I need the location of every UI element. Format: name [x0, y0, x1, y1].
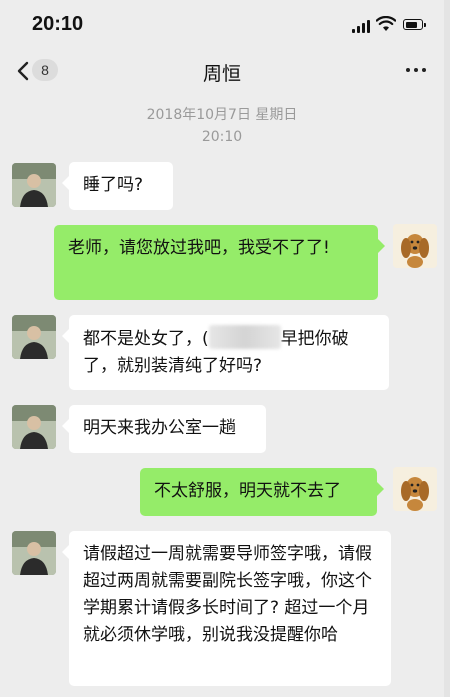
message-text: 睡了吗? — [83, 175, 144, 195]
message-text-obscured-prefix: ( — [202, 329, 209, 349]
my-avatar[interactable] — [393, 224, 437, 268]
signal-icon — [352, 19, 372, 33]
message-text: 请假超过一周就需要导师签字哦，请假超过两周就需要副院长签字哦，你这个学期累计请假… — [83, 544, 372, 645]
message-timestamp: 2018年10月7日 星期日 20:10 — [0, 104, 444, 148]
message-bubble[interactable]: 不太舒服，明天就不去了 — [140, 468, 384, 516]
person-avatar — [12, 315, 56, 359]
wifi-icon — [376, 16, 396, 31]
message-bubble[interactable]: 请假超过一周就需要导师签字哦，请假超过两周就需要副院长签字哦，你这个学期累计请假… — [62, 531, 391, 686]
redacted-blur — [208, 325, 281, 349]
dog-avatar — [393, 467, 437, 511]
timestamp-time: 20:10 — [201, 129, 243, 145]
message-text-before: 都不是处女了， — [83, 329, 202, 349]
timestamp-date: 2018年10月7日 星期日 — [146, 107, 298, 123]
more-dots-icon[interactable] — [404, 60, 428, 80]
message-text: 老师，请您放过我吧，我受不了了! — [68, 238, 330, 258]
contact-avatar[interactable] — [12, 531, 56, 575]
contact-avatar[interactable] — [12, 315, 56, 359]
contact-avatar[interactable] — [12, 405, 56, 449]
dog-avatar — [393, 224, 437, 268]
battery-level — [405, 21, 418, 28]
message-bubble[interactable]: 明天来我办公室一趟 — [62, 405, 266, 453]
chat-title: 周恒 — [202, 63, 241, 85]
status-bar: 20:10 — [0, 0, 444, 50]
person-avatar — [12, 531, 56, 575]
message-text: 不太舒服，明天就不去了 — [154, 481, 341, 501]
contact-avatar[interactable] — [12, 163, 56, 207]
message-text: 明天来我办公室一趟 — [83, 418, 236, 438]
message-bubble[interactable]: 老师，请您放过我吧，我受不了了! — [54, 225, 385, 300]
chat-screen: 20:10 8 周恒 2018年10月7日 星期日 20:10 睡了吗? 老师，… — [0, 0, 450, 697]
message-bubble[interactable]: 都不是处女了，(早把你破了，就别装清纯了好吗? — [62, 315, 389, 390]
chat-header: 8 周恒 — [0, 50, 444, 94]
status-time: 20:10 — [32, 13, 84, 35]
battery-icon — [403, 19, 426, 30]
person-avatar — [12, 163, 56, 207]
message-bubble[interactable]: 睡了吗? — [62, 162, 173, 210]
person-avatar — [12, 405, 56, 449]
my-avatar[interactable] — [393, 467, 437, 511]
